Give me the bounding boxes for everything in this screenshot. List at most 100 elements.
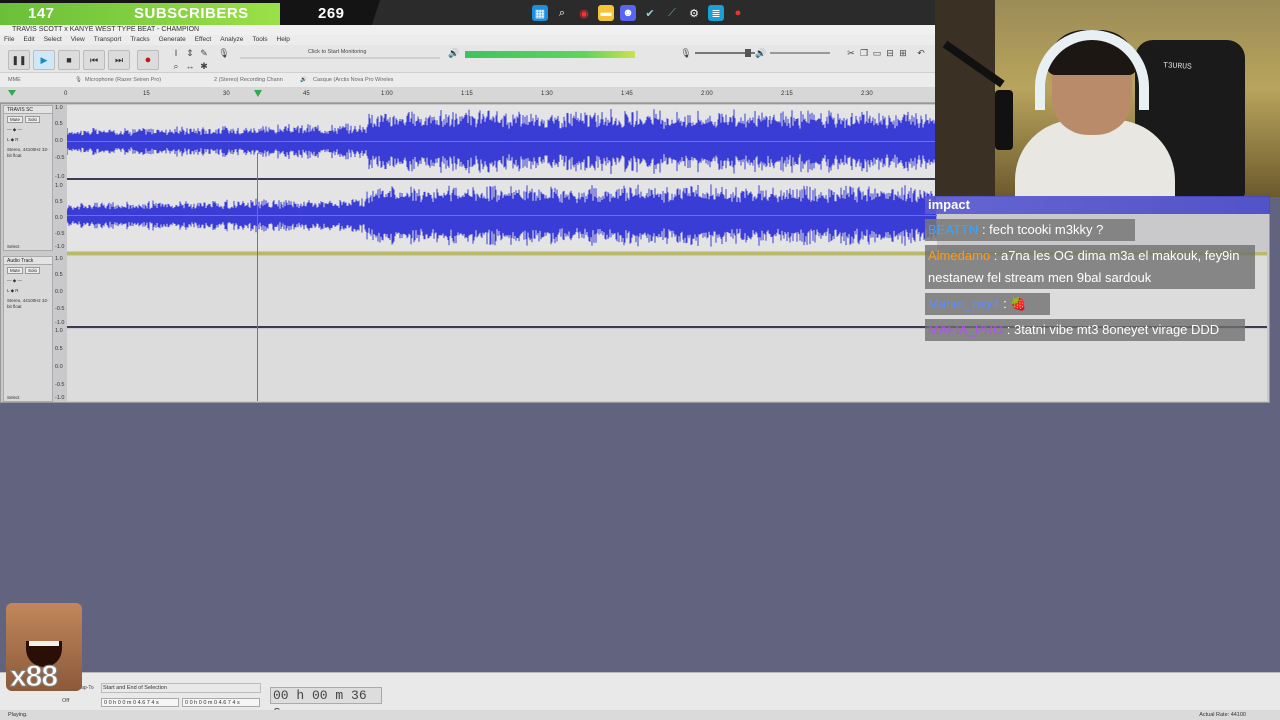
play-button[interactable]: ▶ xyxy=(33,50,55,70)
chat-message: Maher_psy4 : 🍓 xyxy=(925,293,1050,315)
envelope-tool-icon[interactable]: ⇕ xyxy=(184,48,196,58)
play-icon: ▶ xyxy=(40,54,48,65)
track-pan-slider[interactable]: L ◆ R xyxy=(4,286,52,296)
monitor-text[interactable]: Click to Start Monitoring xyxy=(308,49,366,55)
solo-button[interactable]: Solo xyxy=(25,267,41,274)
selection-tool-icon[interactable]: I xyxy=(170,48,182,58)
track-name-button[interactable]: TRAVIS SC xyxy=(4,106,52,114)
menu-select[interactable]: Select xyxy=(44,35,62,45)
scale-label: -1.0 xyxy=(55,244,65,250)
track-name-button[interactable]: Audio Track xyxy=(4,257,52,265)
timeshift-tool-icon[interactable]: ↔ xyxy=(184,61,196,71)
track-select-button[interactable]: Select xyxy=(7,395,20,400)
pause-button[interactable]: ❚❚ xyxy=(8,50,30,70)
menu-tracks[interactable]: Tracks xyxy=(130,35,149,45)
recording-channels-select[interactable]: 2 (Stereo) Recording Chann xyxy=(214,77,283,83)
copy-icon[interactable]: ❐ xyxy=(858,48,870,58)
menu-generate[interactable]: Generate xyxy=(159,35,186,45)
scale-label: 1.0 xyxy=(55,328,63,334)
windows-icon[interactable]: ▦ xyxy=(532,5,548,21)
selection-mode-label[interactable]: Start and End of Selection xyxy=(103,685,167,691)
subscriber-goal: 269 xyxy=(318,5,345,22)
chat-username: Almedamo xyxy=(928,248,991,263)
mic-device-icon: 🎙 xyxy=(75,77,82,83)
track-pan-slider[interactable]: L ◆ R xyxy=(4,135,52,145)
menu-edit[interactable]: Edit xyxy=(23,35,34,45)
selection-start-field[interactable]: 0 0 h 0 0 m 0 4.6 7 4 s xyxy=(101,698,179,707)
menu-analyze[interactable]: Analyze xyxy=(220,35,243,45)
scale-label: 1.0 xyxy=(55,256,63,262)
scale-label: -0.5 xyxy=(55,382,65,388)
trim-icon[interactable]: ⊟ xyxy=(884,48,896,58)
playback-volume-slider[interactable] xyxy=(770,52,830,54)
folder-icon[interactable]: ▬ xyxy=(598,5,614,21)
ruler-label: 0 xyxy=(64,91,68,97)
track-gain-slider[interactable]: — ◆ — xyxy=(4,125,52,135)
scale-label: -1.0 xyxy=(55,174,65,180)
dev-icon[interactable]: ⟋ xyxy=(664,5,680,21)
selection-end-field[interactable]: 0 0 h 0 0 m 0 4.6 7 4 s xyxy=(182,698,260,707)
playback-meter[interactable] xyxy=(465,51,665,58)
undo-icon[interactable]: ↶ xyxy=(915,48,927,58)
solo-button[interactable]: Solo xyxy=(25,116,41,123)
steam-icon[interactable]: ✔ xyxy=(642,5,658,21)
waveform-channel-left[interactable] xyxy=(67,105,937,178)
headphones xyxy=(1035,30,1149,110)
settings-icon[interactable]: ⚙ xyxy=(686,5,702,21)
menu-transport[interactable]: Transport xyxy=(94,35,122,45)
scale-label: 0.0 xyxy=(55,289,63,295)
skip-to-end-button[interactable]: ⏭ xyxy=(108,50,130,70)
webcam-feed: T3URUS xyxy=(935,0,1280,197)
recording-device-select[interactable]: Microphone (Razer Seiren Pro) xyxy=(85,77,161,83)
recording-volume-thumb[interactable] xyxy=(745,49,751,57)
discord-icon[interactable]: ☻ xyxy=(620,5,636,21)
record-app-icon[interactable]: ● xyxy=(730,5,746,21)
record-button[interactable]: ● xyxy=(137,50,159,70)
search-icon[interactable]: ⌕ xyxy=(554,5,570,21)
timeline-ruler[interactable]: 0 15 30 45 1:00 1:15 1:30 1:45 2:00 2:15… xyxy=(0,87,935,103)
actual-rate: Actual Rate: 44100 xyxy=(1199,712,1246,718)
chat-message: MAFIA_PRO : 3tatni vibe mt3 8oneyet vira… xyxy=(925,319,1245,341)
pause-icon: ❚❚ xyxy=(11,54,27,65)
skip-to-start-button[interactable]: ⏮ xyxy=(83,50,105,70)
scale-label: 0.0 xyxy=(55,138,63,144)
multi-tool-icon[interactable]: ✱ xyxy=(198,61,210,71)
playback-device-select[interactable]: Casque (Arctis Nova Pro Wireles xyxy=(313,77,393,83)
track-gain-slider[interactable]: — ◆ — xyxy=(4,276,52,286)
menu-file[interactable]: File xyxy=(4,35,14,45)
waveform-channel-right[interactable] xyxy=(67,180,937,251)
mute-button[interactable]: Mute xyxy=(7,267,24,274)
track-select-button[interactable]: Select xyxy=(7,244,20,249)
playback-volume-icon: 🔊 xyxy=(755,48,767,58)
cut-icon[interactable]: ✂ xyxy=(845,48,857,58)
snap-to-select[interactable]: Off xyxy=(62,698,69,704)
browser-icon[interactable]: ◉ xyxy=(576,5,592,21)
playhead-marker[interactable] xyxy=(254,90,262,97)
audio-host-select[interactable]: MME xyxy=(8,77,21,83)
silence-icon[interactable]: ⊞ xyxy=(897,48,909,58)
draw-tool-icon[interactable]: ✎ xyxy=(198,48,210,58)
stop-button[interactable]: ■ xyxy=(58,50,80,70)
paste-icon[interactable]: ▭ xyxy=(871,48,883,58)
notes-icon[interactable]: ≣ xyxy=(708,5,724,21)
audio-position-display[interactable]: 00 h 00 m 36 s xyxy=(270,687,382,719)
record-icon: ● xyxy=(144,54,152,66)
mute-button[interactable]: Mute xyxy=(7,116,24,123)
chat-username: MAFIA_PRO xyxy=(928,322,1004,337)
recording-meter[interactable] xyxy=(240,57,440,59)
menu-view[interactable]: View xyxy=(71,35,85,45)
subscriber-label: SUBSCRIBERS xyxy=(134,5,249,22)
emote-count: x88 xyxy=(9,660,58,694)
status-text: Playing. xyxy=(8,712,28,718)
menu-help[interactable]: Help xyxy=(277,35,290,45)
zoom-tool-icon[interactable]: ⌕ xyxy=(170,61,182,71)
scale-label: -1.0 xyxy=(55,395,65,401)
menu-tools[interactable]: Tools xyxy=(252,35,267,45)
menu-effect[interactable]: Effect xyxy=(195,35,212,45)
start-marker xyxy=(8,90,16,96)
ruler-label: 30 xyxy=(223,91,230,97)
scale-label: 0.5 xyxy=(55,199,63,205)
waveform-left xyxy=(67,109,937,174)
mic-volume-icon: 🎙 xyxy=(680,48,692,58)
chat-message: BEATTN : fech tcooki m3kky ? xyxy=(925,219,1135,241)
